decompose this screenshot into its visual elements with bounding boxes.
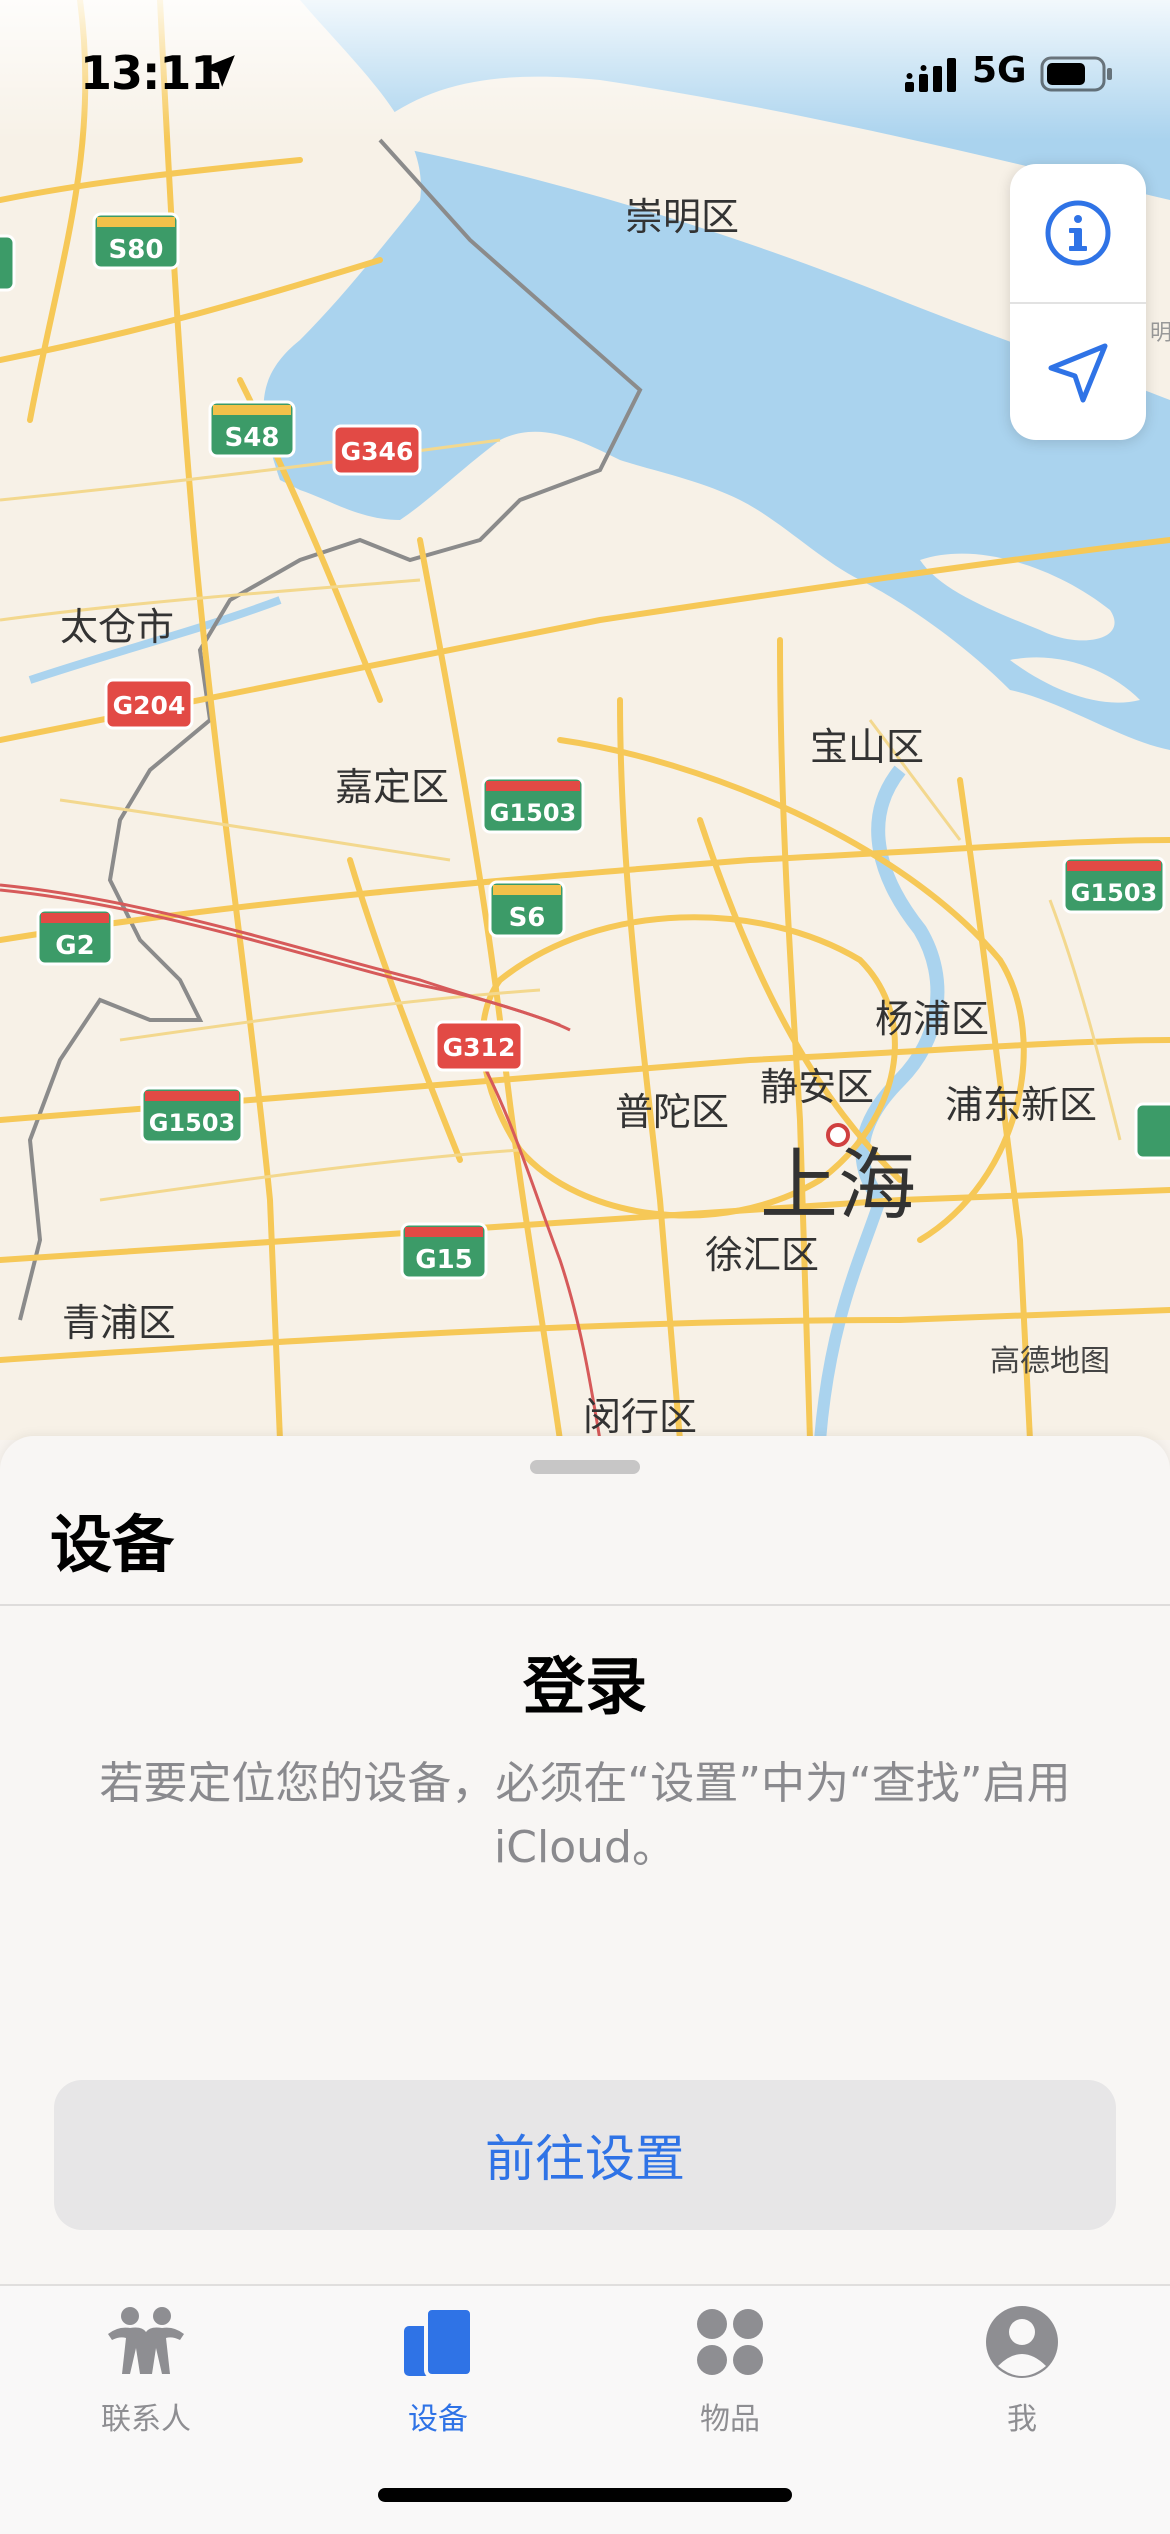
svg-text:G312: G312: [443, 1033, 516, 1062]
shield-g312: G312: [434, 1020, 524, 1072]
svg-text:S6: S6: [509, 903, 546, 933]
person-circle-icon: [986, 2306, 1058, 2378]
sheet-title: 设备: [50, 1508, 175, 1581]
map-label-chongming: 崇明区: [625, 195, 739, 239]
map-label-taicang: 太仓市: [60, 605, 174, 649]
cellular-signal-icon: [905, 58, 956, 92]
map-label-minhang: 闵行区: [583, 1395, 697, 1439]
tab-devices-label: 设备: [408, 2402, 468, 2437]
shield-g1503-pudong: G1503: [1062, 856, 1166, 914]
people-icon: [108, 2307, 184, 2374]
shield-s48: S48: [208, 400, 296, 458]
map-view[interactable]: 崇明区 太仓市 宝山区 嘉定区 杨浦区 静安区 普陀区 浦东新区 上海 徐汇区 …: [0, 0, 1170, 1443]
tab-items[interactable]: 物品: [584, 2286, 876, 2446]
location-arrow-outline-icon: [1048, 343, 1108, 403]
shield-g1503-qingpu: G1503: [140, 1086, 244, 1144]
tab-devices[interactable]: 设备: [292, 2286, 584, 2446]
svg-text:S48: S48: [225, 423, 280, 453]
info-icon: [1045, 200, 1111, 266]
sheet-grabber[interactable]: [530, 1460, 640, 1474]
map-controls: [1010, 164, 1146, 440]
shield-g2: G2: [36, 908, 114, 966]
svg-text:S80: S80: [109, 235, 164, 265]
svg-text:G1503: G1503: [149, 1109, 236, 1137]
status-bar: 13:11 5G: [0, 0, 1170, 140]
map-label-yangpu: 杨浦区: [875, 997, 989, 1041]
login-title: 登录: [522, 1650, 647, 1723]
svg-text:G1503: G1503: [490, 799, 577, 827]
shield-g15: G15: [400, 1222, 488, 1280]
login-description: 若要定位您的设备，必须在“设置”中为“查找”启用 iCloud。: [99, 1758, 1071, 1873]
tab-me-label: 我: [1007, 2402, 1037, 2437]
map-label-shanghai: 上海: [760, 1141, 916, 1231]
shield-s6: S6: [488, 880, 566, 938]
network-type: 5G: [972, 50, 1027, 91]
map-label-xuhui: 徐汇区: [705, 1233, 819, 1277]
shield-g346: G346: [332, 424, 422, 476]
map-label-qingpu: 青浦区: [62, 1301, 176, 1345]
shield-g1503-jiading: G1503: [481, 776, 585, 834]
svg-text:G2: G2: [55, 931, 94, 961]
svg-text:G15: G15: [415, 1245, 473, 1275]
svg-text:G1503: G1503: [1071, 879, 1158, 907]
shield-s80: S80: [92, 212, 180, 270]
map-label-jingan: 静安区: [760, 1065, 874, 1109]
shield-g204: G204: [104, 678, 194, 730]
tab-items-label: 物品: [700, 2402, 760, 2437]
battery-icon: [1040, 56, 1112, 92]
go-to-settings-button[interactable]: 前往设置: [54, 2080, 1116, 2230]
map-info-button[interactable]: [1010, 164, 1146, 302]
home-indicator[interactable]: [378, 2488, 792, 2502]
map-label-baoshan: 宝山区: [810, 725, 924, 769]
tab-people-label: 联系人: [101, 2402, 191, 2437]
map-label-putuo: 普陀区: [615, 1090, 729, 1134]
devices-icon: [404, 2306, 474, 2378]
track-location-button[interactable]: [1010, 304, 1146, 442]
location-arrow-icon: [203, 55, 235, 87]
svg-text:G346: G346: [341, 437, 414, 466]
map-attribution: 高德地图: [990, 1344, 1110, 1379]
map-label-jiading: 嘉定区: [335, 765, 449, 809]
items-icon: [697, 2309, 763, 2375]
tab-me[interactable]: 我: [876, 2286, 1168, 2446]
sheet-divider: [0, 1604, 1170, 1606]
tab-people[interactable]: 联系人: [0, 2286, 292, 2446]
svg-text:明: 明: [1150, 321, 1170, 346]
svg-text:G204: G204: [113, 691, 186, 720]
map-label-pudong: 浦东新区: [945, 1083, 1097, 1127]
